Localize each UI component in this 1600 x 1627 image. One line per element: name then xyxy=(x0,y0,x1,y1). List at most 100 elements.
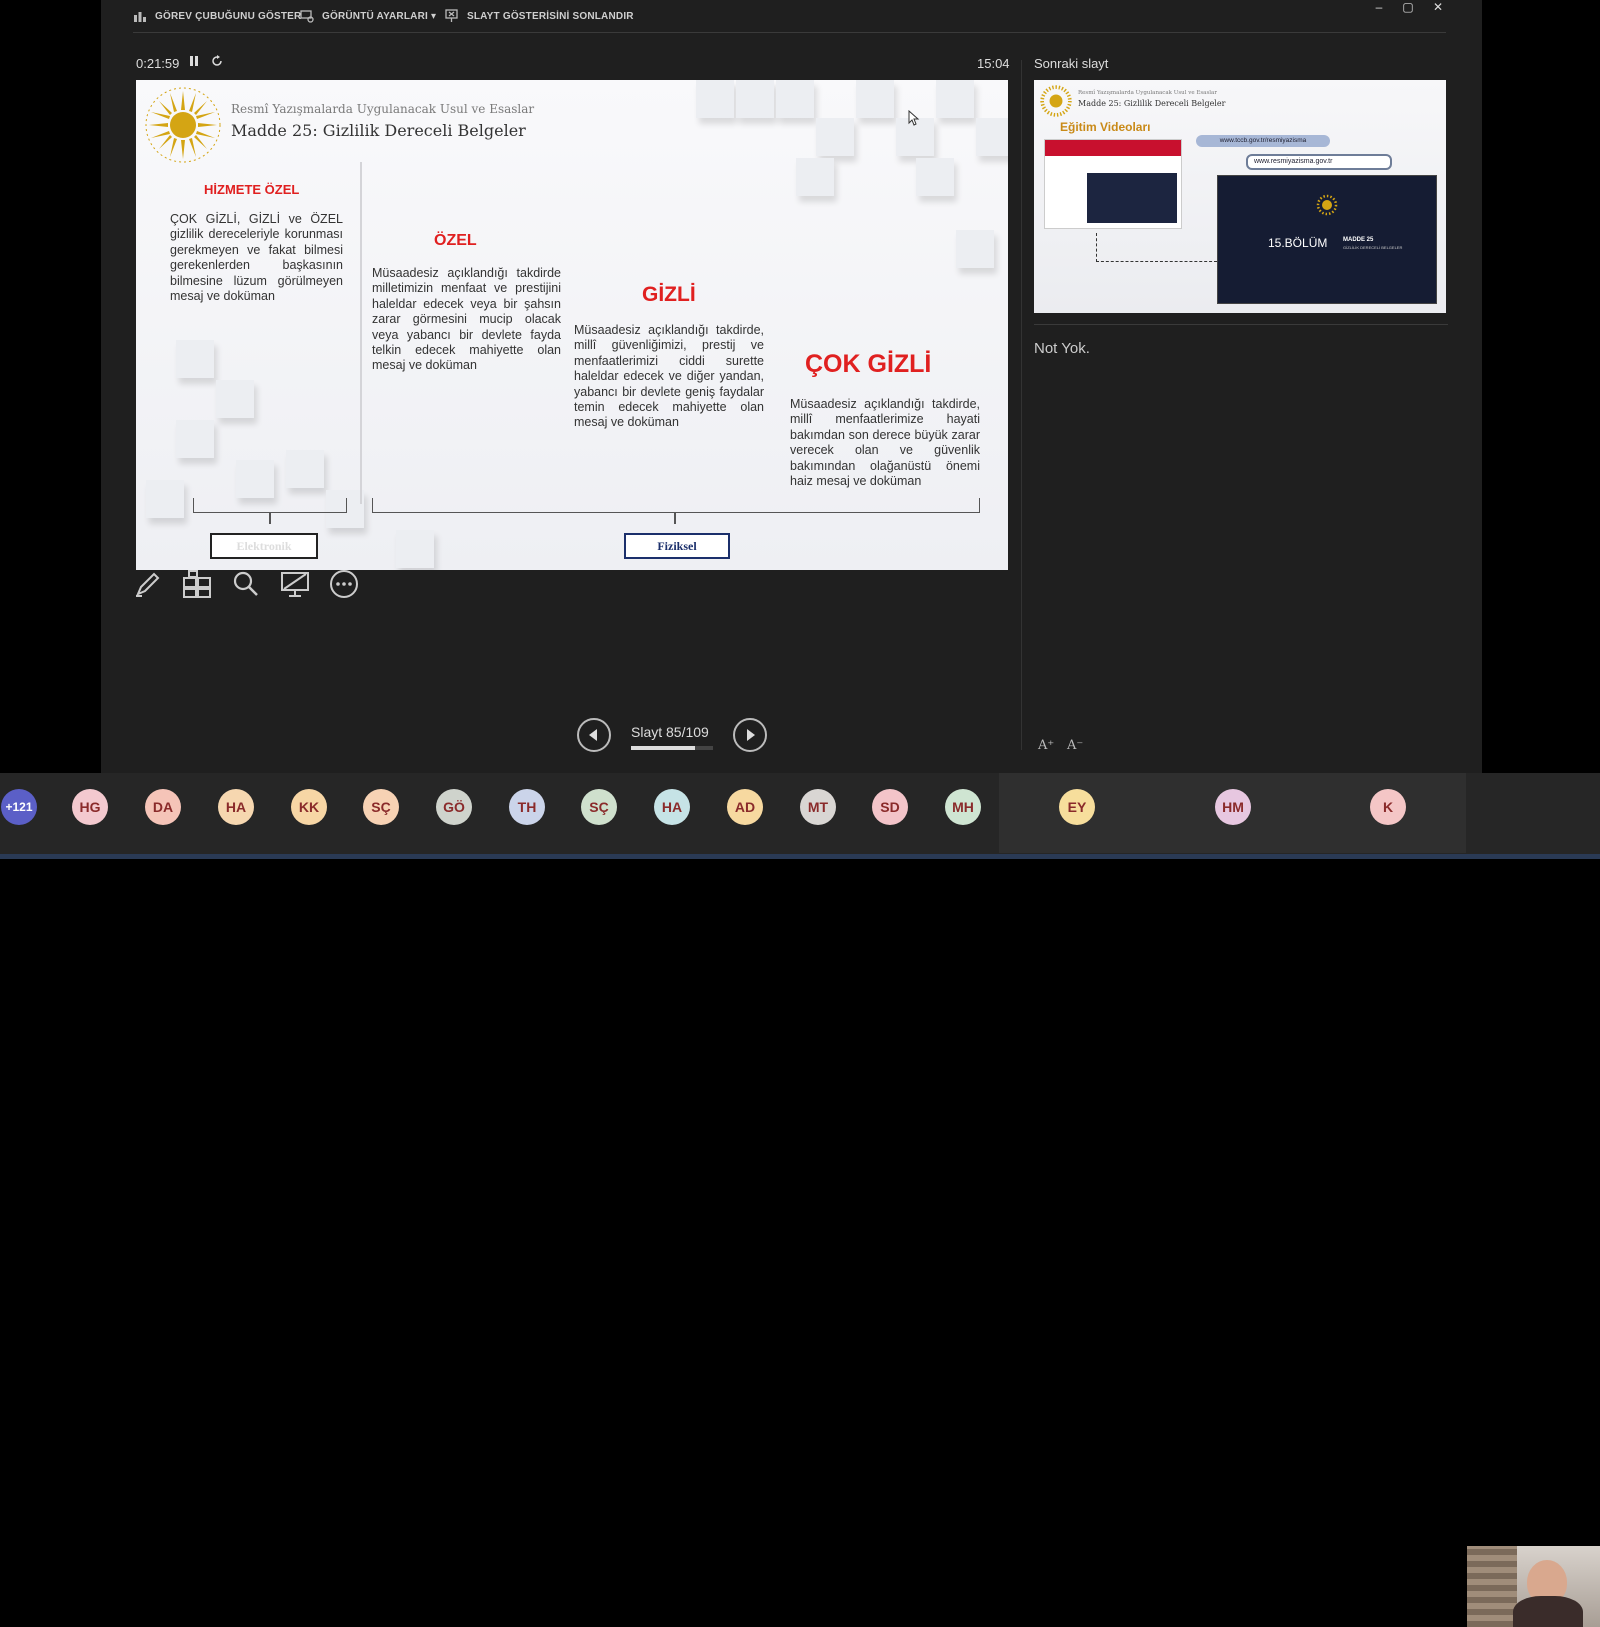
next-slide-button[interactable] xyxy=(733,718,767,752)
current-time: 15:04 xyxy=(977,56,1010,71)
heading-gizli: GİZLİ xyxy=(642,283,696,306)
end-slideshow-button[interactable]: SLAYT GÖSTERİSİNİ SONLANDIR xyxy=(445,9,634,23)
more-icon xyxy=(330,570,358,598)
show-taskbar-label: GÖREV ÇUBUĞUNU GÖSTER xyxy=(155,10,302,22)
next-slide-title: Madde 25: Gizlilik Dereceli Belgeler xyxy=(1078,99,1226,108)
avatar[interactable]: KK xyxy=(291,789,327,825)
text-cok-gizli: Müsaadesiz açıklandığı takdirde, millî m… xyxy=(790,397,980,489)
decor-cube xyxy=(736,80,774,118)
heading-hizmete-ozel: HİZMETE ÖZEL xyxy=(204,182,300,197)
url-pill-1: www.tccb.gov.tr/resmiyazisma xyxy=(1196,135,1330,147)
zoom-button[interactable] xyxy=(230,568,262,600)
video-player: 15.BÖLÜM MADDE 25 GİZLİLİK DERECELİ BELG… xyxy=(1217,175,1437,304)
decrease-font-button[interactable]: A⁻ xyxy=(1067,738,1083,753)
pen-tool-button[interactable] xyxy=(132,568,164,600)
decor-cube xyxy=(176,420,214,458)
zoom-icon xyxy=(233,571,258,596)
avatar[interactable]: HA xyxy=(654,789,690,825)
minimize-button[interactable]: – xyxy=(1368,0,1390,14)
avatar[interactable]: DA xyxy=(145,789,181,825)
participant-strip: +121 HG DA HA KK SÇ GÖ TH SÇ HA AD MT SD… xyxy=(0,773,1600,1627)
pause-icon xyxy=(190,56,198,66)
previous-slide-button[interactable] xyxy=(577,718,611,752)
decor-cube xyxy=(916,158,954,196)
end-slideshow-icon xyxy=(445,9,458,22)
avatar[interactable]: SD xyxy=(872,789,908,825)
notes-divider xyxy=(1034,324,1448,325)
end-slideshow-label: SLAYT GÖSTERİSİNİ SONLANDIR xyxy=(467,10,634,22)
see-all-slides-button[interactable] xyxy=(181,568,213,600)
video-emblem-icon xyxy=(1316,194,1338,216)
decor-cube xyxy=(776,80,814,118)
avatar[interactable]: HG xyxy=(72,789,108,825)
text-ozel: Müsaadesiz açıklandığı takdirde milletim… xyxy=(372,266,561,373)
self-video-thumbnail[interactable] xyxy=(1467,1546,1600,1627)
show-taskbar-button[interactable]: GÖREV ÇUBUĞUNU GÖSTER xyxy=(133,9,301,23)
next-slide-heading: Eğitim Videoları xyxy=(1060,120,1151,134)
pen-icon xyxy=(136,572,160,597)
slides-grid-icon xyxy=(183,570,211,598)
avatar[interactable]: GÖ xyxy=(436,789,472,825)
avatar[interactable]: SÇ xyxy=(581,789,617,825)
display-settings-button[interactable]: GÖRÜNTÜ AYARLARI ▾ xyxy=(300,9,436,23)
avatar[interactable]: EY xyxy=(1059,789,1095,825)
physical-label: Fiziksel xyxy=(624,533,730,559)
screen-icon xyxy=(281,572,309,597)
display-settings-label: GÖRÜNTÜ AYARLARI ▾ xyxy=(322,10,437,22)
electronic-label: Elektronik xyxy=(210,533,318,559)
decor-cube xyxy=(956,230,994,268)
restart-icon xyxy=(212,55,222,66)
more-options-button[interactable] xyxy=(328,568,360,600)
avatar[interactable]: MH xyxy=(945,789,981,825)
electronic-brace xyxy=(193,498,347,513)
video-grid xyxy=(1087,173,1177,223)
restore-button[interactable]: ▢ xyxy=(1397,0,1419,14)
electronic-brace-tip xyxy=(269,512,271,524)
pause-button[interactable] xyxy=(189,55,199,70)
participants-overflow-button[interactable]: +121 xyxy=(1,789,37,825)
decor-cube xyxy=(976,118,1008,156)
person-body xyxy=(1513,1596,1583,1627)
physical-brace-tip xyxy=(674,512,676,524)
arrow-right-icon xyxy=(747,729,755,741)
decor-cube xyxy=(856,80,894,118)
next-slide-subtitle: Resmî Yazışmalarda Uygulanacak Usul ve E… xyxy=(1078,90,1217,96)
bookshelf-background xyxy=(1467,1546,1517,1627)
heading-cok-gizli: ÇOK GİZLİ xyxy=(805,350,932,378)
slide-subtitle: Resmî Yazışmalarda Uygulanacak Usul ve E… xyxy=(231,102,535,116)
website-header xyxy=(1045,140,1181,156)
restart-timer-button[interactable] xyxy=(211,55,223,70)
decor-cube xyxy=(236,460,274,498)
avatar[interactable]: TH xyxy=(509,789,545,825)
decor-cube xyxy=(216,380,254,418)
avatar[interactable]: HA xyxy=(218,789,254,825)
decor-cube xyxy=(286,450,324,488)
slide-progress-bar xyxy=(631,746,713,750)
avatar[interactable]: K xyxy=(1370,789,1406,825)
decor-cube xyxy=(936,80,974,118)
avatar[interactable]: AD xyxy=(727,789,763,825)
text-gizli: Müsaadesiz açıklandığı takdirde, millî g… xyxy=(574,323,764,430)
increase-font-button[interactable]: A⁺ xyxy=(1038,738,1054,753)
decor-cube xyxy=(816,118,854,156)
physical-brace xyxy=(372,498,980,513)
avatar[interactable]: MT xyxy=(800,789,836,825)
state-emblem-icon xyxy=(1040,85,1072,117)
close-button[interactable]: ✕ xyxy=(1427,0,1449,14)
video-subtitle: GİZLİLİK DERECELİ BELGELER xyxy=(1343,245,1403,250)
presenter-view: GÖREV ÇUBUĞUNU GÖSTER GÖRÜNTÜ AYARLARI ▾… xyxy=(101,0,1482,773)
dashed-connector xyxy=(1096,233,1217,262)
toolbar-divider xyxy=(133,32,1446,33)
slide-title: Madde 25: Gizlilik Dereceli Belgeler xyxy=(231,121,526,140)
current-slide[interactable]: Resmî Yazışmalarda Uygulanacak Usul ve E… xyxy=(136,80,1008,570)
next-slide-thumbnail[interactable]: Resmî Yazışmalarda Uygulanacak Usul ve E… xyxy=(1034,80,1446,313)
slide-counter: Slayt 85/109 xyxy=(631,724,709,740)
state-emblem-icon xyxy=(145,87,221,163)
decor-cube xyxy=(796,158,834,196)
decor-cube xyxy=(396,530,434,568)
speaker-notes: Not Yok. xyxy=(1034,340,1090,357)
url-pill-2: www.resmiyazisma.gov.tr xyxy=(1246,154,1392,170)
avatar[interactable]: HM xyxy=(1215,789,1251,825)
black-screen-button[interactable] xyxy=(279,568,311,600)
avatar[interactable]: SÇ xyxy=(363,789,399,825)
